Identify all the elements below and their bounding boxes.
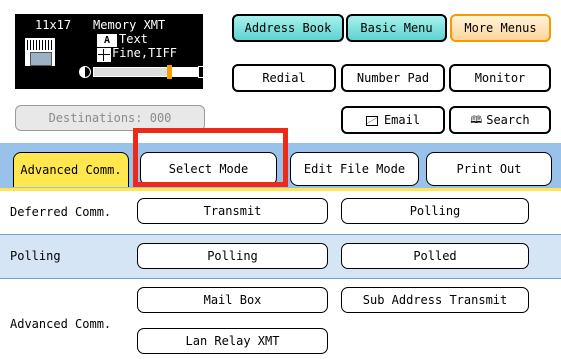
original-document-icon <box>25 38 55 66</box>
mail-box-button[interactable]: Mail Box <box>137 287 328 313</box>
tab-advanced-comm[interactable]: Advanced Comm. <box>13 152 129 187</box>
polling-button[interactable]: Polling <box>137 243 328 269</box>
transmit-button[interactable]: Transmit <box>137 198 328 224</box>
advanced-comm-label: Advanced Comm. <box>10 317 112 331</box>
polling-label: Polling <box>10 249 61 263</box>
redial-button[interactable]: Redial <box>232 64 336 92</box>
more-menus-button[interactable]: More Menus <box>450 14 551 42</box>
monitor-button[interactable]: Monitor <box>449 64 551 92</box>
control-panel-screen: 11x17 Memory XMT A Text Fine,TIFF Destin… <box>0 0 561 359</box>
contrast-light-icon <box>79 66 91 78</box>
contrast-marker <box>166 65 172 79</box>
book-icon: 🕮 <box>470 114 483 126</box>
lan-relay-xmt-button[interactable]: Lan Relay XMT <box>137 328 328 354</box>
original-type: Text <box>119 32 148 46</box>
sub-address-transmit-button[interactable]: Sub Address Transmit <box>341 287 529 313</box>
address-book-button[interactable]: Address Book <box>232 14 344 42</box>
status-panel: 11x17 Memory XMT A Text Fine,TIFF <box>15 14 209 89</box>
options-panel: Deferred Comm. Transmit Polling Polling … <box>0 188 561 359</box>
transmission-mode: Memory XMT <box>93 18 166 32</box>
search-label: Search <box>486 113 530 127</box>
resolution: Fine,TIFF <box>112 46 178 60</box>
deferred-polling-button[interactable]: Polling <box>341 198 529 224</box>
tab-edit-file-mode[interactable]: Edit File Mode <box>290 152 419 186</box>
deferred-comm-label: Deferred Comm. <box>10 205 112 219</box>
email-label: Email <box>383 113 421 127</box>
search-button[interactable]: 🕮 Search <box>449 106 551 134</box>
paper-size: 11x17 <box>35 18 72 32</box>
polled-button[interactable]: Polled <box>341 243 529 269</box>
contrast-dark-icon <box>198 66 209 78</box>
highlight-box <box>133 128 288 187</box>
resolution-grid-icon <box>97 48 111 62</box>
basic-menu-button[interactable]: Basic Menu <box>346 14 447 42</box>
email-button[interactable]: Email <box>341 106 445 134</box>
contrast-bar <box>93 65 199 79</box>
tab-print-out[interactable]: Print Out <box>426 152 552 186</box>
number-pad-button[interactable]: Number Pad <box>341 64 445 92</box>
envelope-icon <box>365 115 378 126</box>
